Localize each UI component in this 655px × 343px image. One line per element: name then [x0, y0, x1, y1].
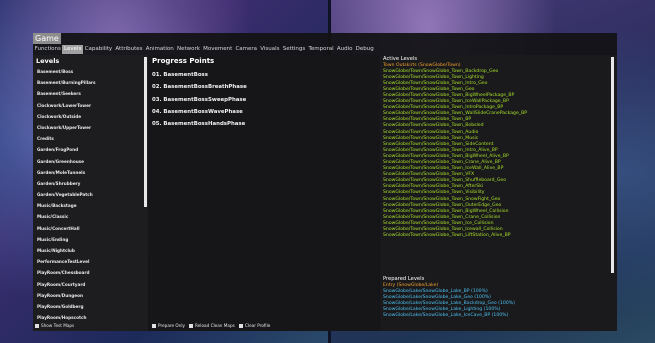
level-list-item[interactable]: Garden/VegetablePatch: [33, 189, 143, 200]
level-list-item[interactable]: Music/Ending: [33, 234, 143, 245]
clear-profile-label: Clear Profile: [245, 323, 271, 328]
menu-item-temporal[interactable]: Temporal: [307, 45, 335, 54]
level-list-item[interactable]: Basement/Boss: [33, 66, 143, 77]
level-list-item[interactable]: PlayRoom/Goldberg: [33, 301, 143, 312]
levels-header: Levels: [36, 57, 60, 65]
menu-item-network[interactable]: Network: [175, 45, 201, 54]
levels-column: Levels Basement/Boss Basement/BurningPill…: [33, 55, 148, 331]
progress-point-item[interactable]: 02. BasementBossBreathPhase: [152, 81, 247, 93]
level-list-item[interactable]: PlayRoom/Dungeon: [33, 290, 143, 301]
level-list-item[interactable]: PlayRoom/Chessboard: [33, 267, 143, 278]
progress-point-item[interactable]: 05. BasementBossHandsPhase: [152, 118, 247, 130]
reload-clean-maps-checkbox[interactable]: Reload Clean Maps: [189, 323, 235, 328]
level-list-item[interactable]: Music/Classic: [33, 211, 143, 222]
checkbox-icon[interactable]: [35, 323, 39, 328]
progress-points-column: Progress Points 01. BasementBoss 02. Base…: [149, 55, 379, 331]
menu-item-capability[interactable]: Capability: [83, 45, 114, 54]
menu-item-animation[interactable]: Animation: [144, 45, 175, 54]
menu-item-settings[interactable]: Settings: [281, 45, 307, 54]
menu-item-camera[interactable]: Camera: [234, 45, 259, 54]
prepare-only-label: Prepare Only: [158, 323, 186, 328]
level-list-item[interactable]: Basement/Seekers: [33, 88, 143, 99]
reload-clean-maps-label: Reload Clean Maps: [195, 323, 235, 328]
menu-item-functions[interactable]: Functions: [33, 45, 62, 54]
prepared-level-item: SnowGlobe/Lake/SnowGlobe_Lake_IceCave_BP…: [383, 313, 509, 319]
checkbox-icon[interactable]: [189, 323, 193, 328]
show-test-maps-checkbox[interactable]: Show Test Maps: [35, 323, 74, 328]
prepared-levels-title: Prepared Levels: [383, 276, 425, 282]
level-list-item[interactable]: PlayRoom/Courtyard: [33, 279, 143, 290]
menu-item-audio[interactable]: Audio: [335, 45, 354, 54]
progress-points-list: 01. BasementBoss 02. BasementBossBreathPh…: [152, 69, 247, 130]
menu-item-debug[interactable]: Debug: [354, 45, 375, 54]
level-list-item[interactable]: Music/Backstage: [33, 200, 143, 211]
checkbox-icon[interactable]: [239, 323, 243, 328]
active-levels-list: Town Outskirts (SnowGlobe/Town) SnowGlobe…: [383, 63, 527, 240]
active-levels-title: Active Levels: [383, 56, 418, 62]
level-list-item[interactable]: Garden/FrogPond: [33, 144, 143, 155]
level-list-item[interactable]: Music/Nightclub: [33, 245, 143, 256]
level-list-item[interactable]: Garden/MoleTunnels: [33, 167, 143, 178]
level-list-item[interactable]: Garden/Greenhouse: [33, 156, 143, 167]
active-level-item: SnowGlobe/Town/SnowGlobe_Town_BigWheel_C…: [383, 208, 509, 214]
menu-item-movement[interactable]: Movement: [202, 45, 234, 54]
active-levels-scrollbar[interactable]: [611, 57, 614, 273]
active-levels-column: Active Levels Town Outskirts (SnowGlobe/…: [380, 55, 617, 331]
progress-points-header: Progress Points: [152, 57, 215, 65]
level-list-item[interactable]: PlayRoom/Hopscotch: [33, 312, 143, 323]
menu-item-visuals[interactable]: Visuals: [259, 45, 281, 54]
progress-point-item[interactable]: 01. BasementBoss: [152, 69, 247, 81]
level-list-item[interactable]: Clockwork/LowerTower: [33, 100, 143, 111]
level-list-item[interactable]: Credits: [33, 133, 143, 144]
menu-item-levels[interactable]: Levels: [62, 45, 84, 54]
checkbox-icon[interactable]: [152, 323, 156, 328]
progress-point-item[interactable]: 04. BasementBossWavePhase: [152, 106, 247, 118]
level-list-item[interactable]: Music/ConcertHall: [33, 223, 143, 234]
window-title[interactable]: Game: [33, 33, 61, 44]
prepared-levels-list: Entry (SnowGlobe/Lake) SnowGlobe/Lake/Sno…: [383, 283, 515, 320]
level-list-item[interactable]: Basement/BurningPillars: [33, 77, 143, 88]
level-list-item[interactable]: Garden/Shrubbery: [33, 178, 143, 189]
menu-item-attributes[interactable]: Attributes: [114, 45, 144, 54]
show-test-maps-label: Show Test Maps: [41, 323, 75, 328]
clear-profile-checkbox[interactable]: Clear Profile: [239, 323, 270, 328]
levels-list: Basement/Boss Basement/BurningPillars Base…: [33, 66, 143, 323]
active-level-item: SnowGlobe/Town/SnowGlobe_Town_LiftStatio…: [383, 233, 511, 239]
level-list-item[interactable]: PerformanceTestLevel: [33, 256, 143, 267]
debug-menu-bar: Functions Levels Capability Attributes Anima…: [33, 45, 617, 54]
progress-point-item[interactable]: 03. BasementBossSweepPhase: [152, 94, 247, 106]
levels-scrollbar[interactable]: [144, 57, 147, 207]
level-list-item[interactable]: Clockwork/UpperTower: [33, 122, 143, 133]
prepare-only-checkbox[interactable]: Prepare Only: [152, 323, 185, 328]
level-list-item[interactable]: Clockwork/Outside: [33, 111, 143, 122]
